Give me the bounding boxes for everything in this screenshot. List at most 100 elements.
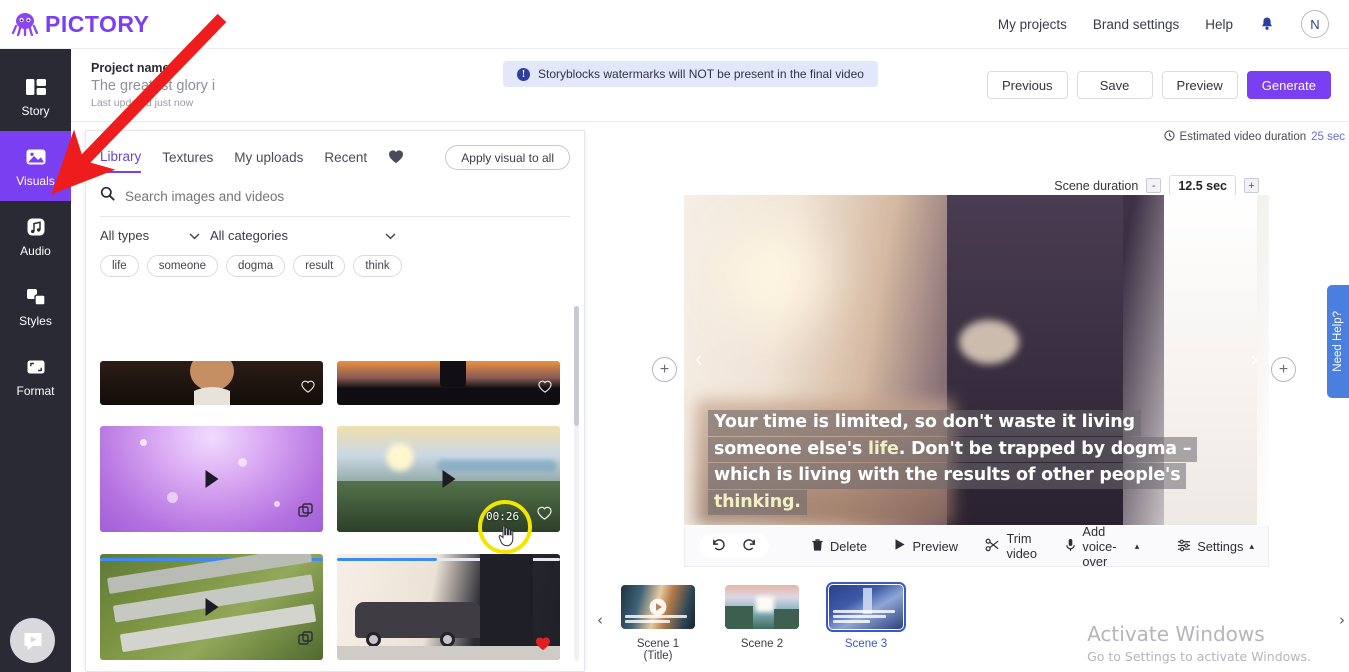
media-grid: [100, 299, 560, 669]
sidebar-label-visuals: Visuals: [16, 173, 55, 188]
chip-result[interactable]: result: [293, 255, 346, 277]
nav-help[interactable]: Help: [1205, 17, 1233, 32]
need-help-label: Need Help?: [1332, 311, 1344, 372]
stack-icon: [298, 503, 314, 524]
trim-video-button[interactable]: Trim video: [985, 531, 1038, 561]
settings-button[interactable]: Settings ▴: [1177, 538, 1254, 555]
sidebar-label-audio: Audio: [20, 243, 51, 258]
generate-button[interactable]: Generate: [1246, 71, 1331, 99]
sidebar-item-audio[interactable]: Audio: [0, 201, 71, 271]
sidebar-label-story: Story: [21, 103, 50, 118]
media-tile-5[interactable]: [100, 553, 323, 660]
scene-thumb-caption: [833, 610, 895, 625]
media-tile-6[interactable]: [337, 553, 560, 660]
sidebar-item-story[interactable]: Story: [0, 61, 71, 131]
add-scene-before-button[interactable]: +: [652, 357, 677, 382]
tab-my-uploads[interactable]: My uploads: [234, 150, 303, 172]
heart-icon[interactable]: [538, 380, 552, 398]
media-tile-4[interactable]: [337, 426, 560, 533]
brand-logo[interactable]: PICTORY: [11, 11, 149, 38]
trash-icon: [811, 538, 824, 555]
avatar[interactable]: N: [1301, 10, 1329, 38]
chip-think[interactable]: think: [353, 255, 402, 277]
save-button[interactable]: Save: [1076, 71, 1153, 99]
media-tile-3[interactable]: [100, 426, 323, 533]
sidebar-item-format[interactable]: Format: [0, 341, 71, 411]
heart-icon[interactable]: [301, 380, 315, 398]
library-filters: All types All categories: [86, 217, 584, 243]
filter-all-types[interactable]: All types: [100, 228, 200, 243]
nav-brand-settings[interactable]: Brand settings: [1093, 17, 1179, 32]
redo-icon[interactable]: [742, 537, 757, 555]
video-stage[interactable]: ‹ › Your time is limited, so don't waste…: [684, 195, 1269, 525]
add-voice-over-button[interactable]: Add voice-over ▴: [1065, 524, 1139, 569]
play-icon: [205, 470, 218, 489]
scene-thumbnail: [621, 585, 695, 629]
media-tile-2[interactable]: [337, 361, 560, 405]
tab-textures[interactable]: Textures: [162, 150, 213, 172]
caption-line-4: thinking.: [708, 489, 807, 515]
video-chat-icon[interactable]: [10, 618, 55, 663]
tab-library[interactable]: Library: [100, 149, 142, 173]
heart-icon[interactable]: [537, 506, 552, 525]
add-scene-after-button[interactable]: +: [1271, 357, 1296, 382]
search-input[interactable]: [125, 188, 570, 204]
info-icon: !: [517, 67, 530, 81]
scene-strip-left-arrow[interactable]: ‹: [585, 585, 612, 629]
pictory-editor: PICTORY My projects Brand settings Help …: [0, 0, 1349, 672]
heart-icon[interactable]: [388, 149, 404, 169]
caption-line-3: which is living with the results of othe…: [708, 463, 1187, 489]
music-note-icon: [24, 215, 48, 239]
scene-item-3[interactable]: Scene 3: [826, 582, 906, 662]
media-tile-1[interactable]: [100, 361, 323, 405]
sidebar-item-styles[interactable]: Styles: [0, 271, 71, 341]
stage-prev-arrow[interactable]: ‹: [694, 347, 703, 373]
nav-my-projects[interactable]: My projects: [998, 17, 1067, 32]
clock-icon: [1163, 130, 1175, 144]
scene-item-1[interactable]: Scene 1 (Title): [621, 585, 695, 662]
apply-visual-to-all-button[interactable]: Apply visual to all: [445, 145, 570, 170]
layout-icon: [24, 75, 48, 99]
undo-icon[interactable]: [711, 537, 726, 555]
scene-duration-decrease[interactable]: -: [1146, 178, 1162, 193]
scene-strip-right-arrow[interactable]: ›: [1327, 585, 1349, 629]
chip-life[interactable]: life: [100, 255, 139, 277]
delete-label: Delete: [830, 538, 867, 554]
previous-button[interactable]: Previous: [986, 71, 1068, 99]
project-name-label: Project name: [91, 60, 170, 75]
project-info: Project name The greatest glory i Last u…: [91, 61, 215, 109]
delete-button[interactable]: Delete: [811, 538, 867, 555]
heart-filled-icon[interactable]: [535, 636, 551, 655]
caption-line-1: Your time is limited, so don't waste it …: [708, 410, 1141, 436]
filter-all-categories[interactable]: All categories: [210, 228, 396, 243]
settings-label: Settings: [1197, 538, 1244, 554]
caption-block[interactable]: Your time is limited, so don't waste it …: [708, 410, 1219, 516]
library-scrollbar[interactable]: [574, 306, 579, 661]
scene-duration-increase[interactable]: +: [1244, 178, 1259, 193]
sidebar-label-format: Format: [16, 383, 55, 398]
scene-thumb-caption: [625, 615, 687, 625]
scene-toolbar: Delete Preview Trim video Add voice-over…: [684, 524, 1269, 569]
preview-scene-button[interactable]: Preview: [894, 538, 958, 554]
preview-button[interactable]: Preview: [1161, 71, 1238, 99]
scene-item-2[interactable]: Scene 2: [725, 585, 799, 662]
scene-thumbnail: [725, 585, 799, 629]
search-icon: [100, 186, 115, 206]
scene-label-2: Scene 2: [740, 638, 784, 650]
chip-someone[interactable]: someone: [146, 255, 219, 277]
project-bar: Project name The greatest glory i Last u…: [71, 49, 1349, 122]
scene-duration-value[interactable]: 12.5 sec: [1169, 175, 1236, 196]
need-help-tab[interactable]: Need Help?: [1327, 285, 1349, 398]
bell-icon[interactable]: [1259, 16, 1275, 33]
scene-label-3: Scene 3: [844, 638, 888, 650]
watermark-notice: ! Storyblocks watermarks will NOT be pre…: [503, 61, 878, 87]
sidebar-item-visuals[interactable]: Visuals: [0, 131, 71, 201]
project-name-value[interactable]: The greatest glory i: [91, 78, 215, 95]
action-buttons: Previous Save Preview Generate: [986, 71, 1349, 99]
library-search: [100, 186, 570, 217]
chip-dogma[interactable]: dogma: [226, 255, 286, 277]
stage-next-arrow[interactable]: ›: [1250, 347, 1259, 373]
tab-recent[interactable]: Recent: [324, 150, 367, 172]
sidebar-label-styles: Styles: [19, 313, 52, 328]
image-icon: [24, 145, 48, 169]
